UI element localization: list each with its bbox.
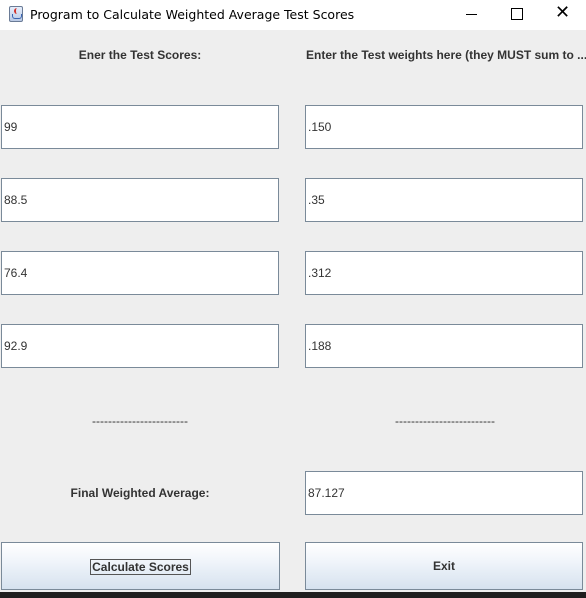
weight-input-1[interactable]: .150 (305, 105, 583, 149)
taskbar-strip (0, 592, 586, 598)
final-average-label: Final Weighted Average: (70, 486, 210, 500)
final-average-field[interactable]: 87.127 (305, 471, 583, 515)
exit-button[interactable]: Exit (305, 542, 583, 590)
java-app-icon (9, 6, 23, 22)
exit-button-label: Exit (432, 559, 455, 573)
weight-input-4[interactable]: .188 (305, 324, 583, 368)
minimize-icon (466, 14, 477, 15)
calculate-scores-button[interactable]: Calculate Scores (1, 542, 280, 590)
separator-right: ------------------------- (395, 414, 495, 428)
window-title: Program to Calculate Weighted Average Te… (30, 7, 355, 22)
score-input-4[interactable]: 92.9 (1, 324, 279, 368)
minimize-button[interactable] (448, 0, 494, 30)
title-bar[interactable]: Program to Calculate Weighted Average Te… (0, 0, 586, 30)
score-input-2[interactable]: 88.5 (1, 178, 279, 222)
maximize-button[interactable] (494, 0, 540, 30)
score-input-1[interactable]: 99 (1, 105, 279, 149)
weight-input-3[interactable]: .312 (305, 251, 583, 295)
close-button[interactable]: ✕ (540, 0, 586, 30)
app-window: Program to Calculate Weighted Average Te… (0, 0, 586, 592)
calculate-button-label: Calculate Scores (90, 558, 191, 575)
weight-input-2[interactable]: .35 (305, 178, 583, 222)
score-input-3[interactable]: 76.4 (1, 251, 279, 295)
weights-header: Enter the Test weights here (they MUST s… (306, 48, 586, 62)
separator-left: ------------------------ (92, 414, 188, 428)
scores-header: Ener the Test Scores: (78, 48, 202, 62)
maximize-icon (511, 8, 523, 20)
close-icon: ✕ (555, 2, 571, 23)
